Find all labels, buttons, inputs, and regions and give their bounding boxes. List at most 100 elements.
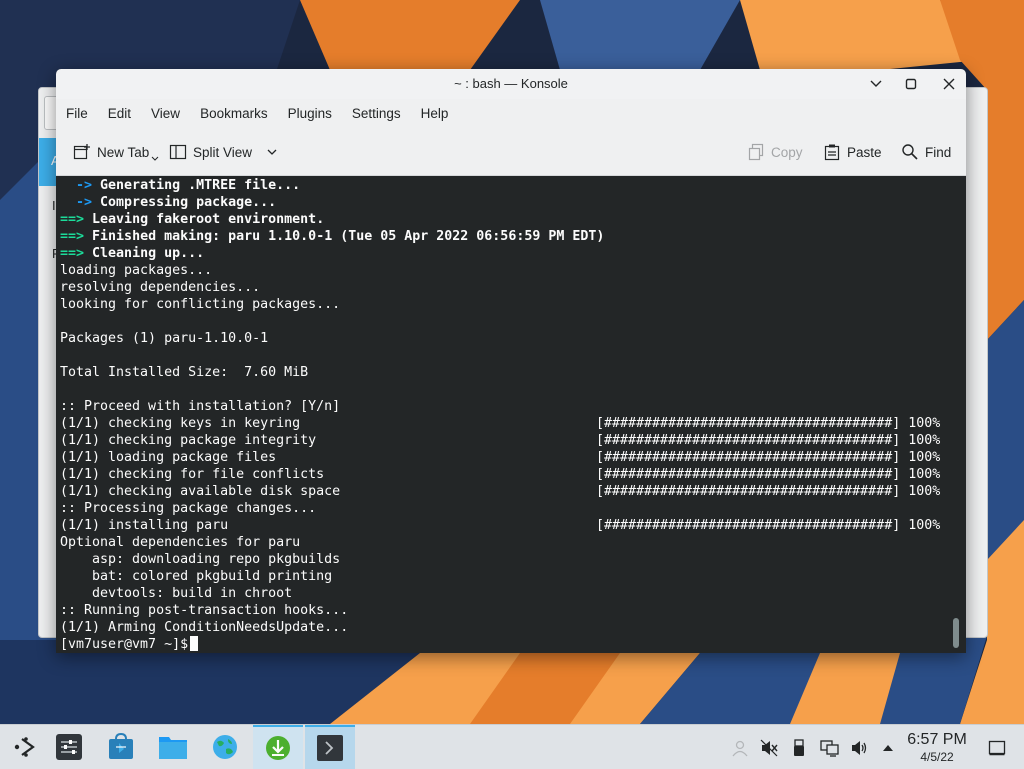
usb-device-tray-button[interactable] bbox=[789, 738, 809, 758]
terminal-line-prefix: -> bbox=[60, 178, 93, 193]
chevron-down-icon bbox=[267, 149, 277, 155]
konsole-taskbar-button[interactable] bbox=[305, 725, 355, 769]
menu-view[interactable]: View bbox=[141, 99, 190, 129]
terminal-line-text: (1/1) checking package integrity bbox=[60, 433, 317, 448]
discover-store-button[interactable] bbox=[96, 725, 146, 769]
terminal-line: (1/1) loading package files [############… bbox=[60, 449, 940, 466]
text-cursor bbox=[190, 636, 199, 651]
terminal-line-text: :: Processing package changes... bbox=[60, 501, 317, 516]
terminal-line: looking for conflicting packages... bbox=[60, 296, 604, 313]
konsole-window[interactable]: ~ : bash — Konsole File Edit View Bookma… bbox=[56, 69, 966, 653]
menu-file[interactable]: File bbox=[56, 99, 98, 129]
terminal-line-text: Finished making: paru 1.10.0-1 (Tue 05 A… bbox=[84, 229, 605, 244]
terminal-line: bat: colored pkgbuild printing bbox=[60, 568, 604, 585]
find-label: Find bbox=[925, 144, 952, 160]
terminal-line: loading packages... bbox=[60, 262, 604, 279]
speaker-icon bbox=[852, 741, 867, 755]
close-button[interactable] bbox=[938, 73, 960, 95]
network-tray-button[interactable] bbox=[820, 738, 840, 758]
terminal-line-text: Cleaning up... bbox=[84, 246, 205, 261]
file-manager-button[interactable] bbox=[148, 725, 198, 769]
terminal-output[interactable]: -> Generating .MTREE file... -> Compress… bbox=[56, 176, 966, 653]
terminal-line: ==> Finished making: paru 1.10.0-1 (Tue … bbox=[60, 228, 604, 245]
terminal-line: ==> Leaving fakeroot environment. bbox=[60, 211, 604, 228]
new-tab-label: New Tab bbox=[97, 144, 150, 160]
terminal-line-text: (1/1) loading package files bbox=[60, 450, 277, 465]
terminal-line-text: (1/1) checking available disk space bbox=[60, 484, 341, 499]
terminal-line-text: bat: colored pkgbuild printing bbox=[60, 569, 333, 584]
discover-store-icon bbox=[109, 733, 133, 759]
application-launcher-icon bbox=[14, 737, 35, 757]
terminal-line-text: Optional dependencies for paru bbox=[60, 535, 301, 550]
background-window-accent: A bbox=[39, 138, 60, 186]
terminal-line: (1/1) checking package integrity [#######… bbox=[60, 432, 940, 449]
terminal-line: :: Proceed with installation? [Y/n] bbox=[60, 398, 604, 415]
terminal-line: resolving dependencies... bbox=[60, 279, 604, 296]
copy-label: Copy bbox=[771, 144, 803, 160]
application-launcher-button[interactable] bbox=[0, 725, 50, 769]
find-button[interactable]: Find bbox=[901, 138, 951, 166]
terminal-line: (1/1) checking keys in keyring [#########… bbox=[60, 415, 940, 432]
new-tab-icon bbox=[73, 144, 90, 160]
menu-edit[interactable]: Edit bbox=[98, 99, 141, 129]
terminal-line-prefix: ==> bbox=[60, 212, 85, 227]
menu-plugins[interactable]: Plugins bbox=[278, 99, 342, 129]
prompt-line[interactable]: [vm7user@vm7 ~]$ bbox=[60, 636, 604, 653]
terminal-line: asp: downloading repo pkgbuilds bbox=[60, 551, 604, 568]
split-view-button[interactable]: Split View bbox=[169, 138, 278, 166]
clock-time[interactable]: 6:57 PM bbox=[904, 731, 970, 749]
split-view-icon bbox=[169, 144, 187, 160]
paste-button[interactable]: Paste bbox=[823, 138, 882, 166]
new-tab-button[interactable]: New Tab bbox=[73, 138, 159, 166]
terminal-line-text: devtools: build in chroot bbox=[60, 586, 293, 601]
minimize-button[interactable] bbox=[865, 73, 887, 95]
menu-settings[interactable]: Settings bbox=[342, 99, 411, 129]
system-settings-button[interactable] bbox=[44, 725, 94, 769]
usb-device-icon bbox=[794, 739, 804, 756]
system-settings-icon bbox=[56, 734, 82, 760]
download-manager-icon bbox=[266, 736, 290, 760]
terminal-line: -> Compressing package... bbox=[60, 194, 604, 211]
copy-button[interactable]: Copy bbox=[747, 138, 803, 166]
show-desktop-button[interactable] bbox=[987, 738, 1007, 758]
maximize-icon bbox=[905, 78, 917, 90]
copy-icon bbox=[748, 143, 764, 161]
web-browser-icon bbox=[213, 735, 237, 759]
terminal-scrollbar[interactable] bbox=[953, 618, 959, 648]
title-bar[interactable]: ~ : bash — Konsole bbox=[56, 69, 966, 99]
user-icon bbox=[732, 740, 748, 757]
clock-date[interactable]: 4/5/22 bbox=[904, 750, 970, 764]
progress-bar-text: [####################################] 1… bbox=[596, 450, 941, 465]
terminal-line-text: (1/1) installing paru bbox=[60, 518, 229, 533]
menu-bookmarks[interactable]: Bookmarks bbox=[190, 99, 278, 129]
show-hidden-icons-button[interactable] bbox=[878, 738, 898, 758]
terminal-line-text: resolving dependencies... bbox=[60, 280, 261, 295]
terminal-line-text: loading packages... bbox=[60, 263, 213, 278]
terminal-line: :: Processing package changes... bbox=[60, 500, 604, 517]
terminal-line-text: Leaving fakeroot environment. bbox=[84, 212, 325, 227]
file-manager-icon bbox=[159, 737, 187, 759]
maximize-button[interactable] bbox=[900, 73, 922, 95]
terminal-line-text: looking for conflicting packages... bbox=[60, 297, 341, 312]
search-icon bbox=[902, 144, 918, 160]
taskbar bbox=[0, 724, 1024, 769]
window-title: ~ : bash — Konsole bbox=[454, 76, 568, 91]
web-browser-button[interactable] bbox=[200, 725, 250, 769]
terminal-line-text: Total Installed Size: 7.60 MiB bbox=[60, 365, 309, 380]
download-manager-button[interactable] bbox=[253, 725, 303, 769]
terminal-line: -> Generating .MTREE file... bbox=[60, 177, 604, 194]
progress-bar-text: [####################################] 1… bbox=[596, 484, 941, 499]
progress-bar-text: [####################################] 1… bbox=[596, 433, 941, 448]
menu-help[interactable]: Help bbox=[411, 99, 459, 129]
user-tray-button[interactable] bbox=[730, 738, 750, 758]
terminal-line-text: Packages (1) paru-1.10.0-1 bbox=[60, 331, 269, 346]
terminal-line: Total Installed Size: 7.60 MiB bbox=[60, 364, 604, 381]
paste-label: Paste bbox=[847, 144, 882, 160]
terminal-line-text: :: Proceed with installation? [Y/n] bbox=[60, 399, 341, 414]
terminal-line-prefix: ==> bbox=[60, 246, 85, 261]
speaker-tray-button[interactable] bbox=[849, 738, 869, 758]
terminal-line: :: Running post-transaction hooks... bbox=[60, 602, 604, 619]
volume-muted-tray-button[interactable] bbox=[759, 738, 779, 758]
